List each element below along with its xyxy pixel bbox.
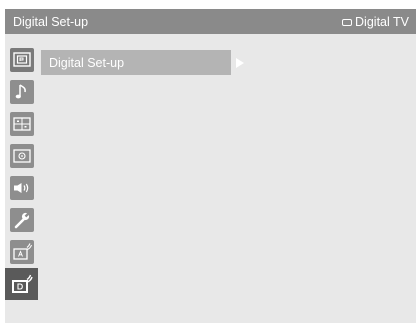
analog-tv-icon bbox=[12, 243, 32, 260]
title-bar: Digital Set-up Digital TV bbox=[5, 9, 416, 34]
source-indicator: Digital TV bbox=[342, 15, 409, 29]
music-note-icon bbox=[15, 84, 26, 99]
wrench-icon bbox=[14, 211, 31, 229]
film-icon bbox=[12, 149, 31, 163]
digital-tv-icon bbox=[11, 274, 33, 293]
menu-panel: Digital Set-up Digital TV Digital Set-up bbox=[5, 9, 416, 323]
submenu-arrow-icon bbox=[236, 58, 244, 68]
grid-icon bbox=[12, 117, 31, 131]
source-label: Digital TV bbox=[355, 15, 409, 29]
tv-icon bbox=[342, 18, 353, 26]
sidebar-item-video[interactable] bbox=[5, 140, 38, 172]
sidebar-item-settings[interactable] bbox=[5, 204, 38, 236]
page-title: Digital Set-up bbox=[13, 15, 89, 29]
sidebar-item-picture[interactable] bbox=[5, 44, 38, 76]
sidebar bbox=[5, 44, 38, 300]
sidebar-item-digital-tv[interactable] bbox=[5, 268, 38, 300]
speaker-icon bbox=[13, 183, 28, 193]
menu-item-label: Digital Set-up bbox=[49, 56, 125, 70]
sidebar-item-music[interactable] bbox=[5, 76, 38, 108]
sidebar-item-analog-tv[interactable] bbox=[5, 236, 38, 268]
sidebar-item-multiview[interactable] bbox=[5, 108, 38, 140]
menu-item-digital-setup[interactable]: Digital Set-up bbox=[41, 50, 231, 75]
picture-icon bbox=[12, 52, 31, 67]
sidebar-item-sound[interactable] bbox=[5, 172, 38, 204]
